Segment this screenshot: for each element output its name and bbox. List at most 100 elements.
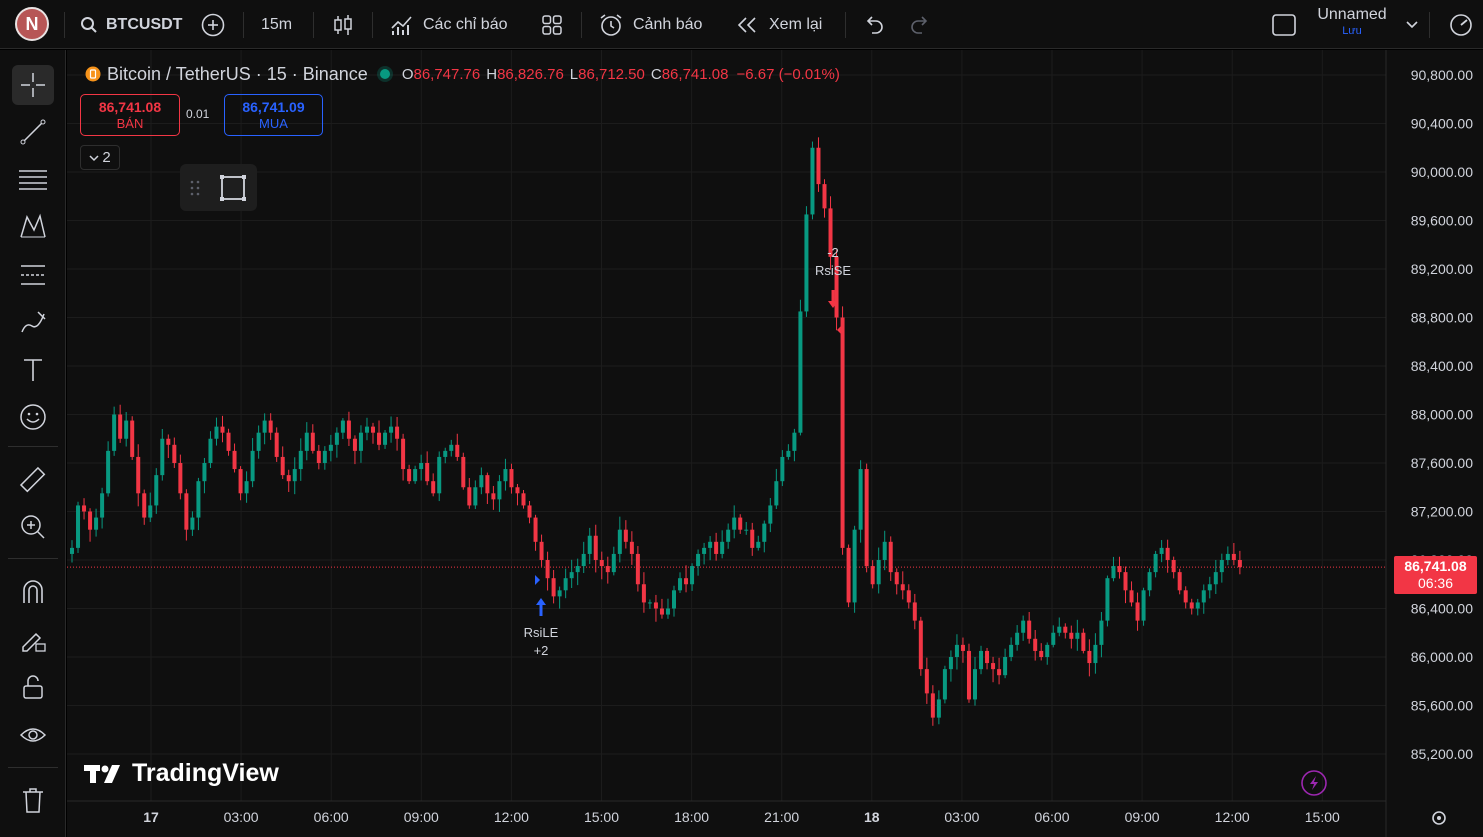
candle-body	[954, 644, 959, 657]
user-avatar[interactable]: N	[15, 7, 49, 41]
lock-drawings-tool[interactable]	[12, 667, 54, 707]
candle-body	[906, 590, 911, 603]
candle-body	[250, 450, 255, 482]
quick-search-button[interactable]	[1448, 0, 1474, 49]
close-value: 86,741.08	[661, 65, 729, 83]
stay-drawing-tool[interactable]	[12, 620, 54, 660]
candle-body	[846, 547, 851, 603]
time-axis[interactable]: 17 03:00 06:00 09:00 12:00 15:00 18:00 21:00 18 0…	[143, 809, 1340, 825]
candle-body	[148, 505, 153, 518]
price-chart[interactable]: 90,800.00 90,400.00 90,000.00 89,600.00 89,2…	[67, 50, 1483, 837]
unlock-icon	[23, 675, 43, 699]
trend-line-tool[interactable]	[12, 112, 54, 152]
time-tick-label: 03:00	[944, 809, 979, 825]
measure-tool[interactable]	[12, 460, 54, 500]
layout-menu-button[interactable]	[1405, 0, 1419, 49]
layout-name-button[interactable]: Unnamed Lưu	[1306, 6, 1398, 37]
smiley-icon	[20, 404, 46, 430]
undo-icon	[866, 15, 883, 34]
candle-body	[894, 572, 899, 585]
prediction-tool[interactable]	[12, 255, 54, 295]
symbol-search-button[interactable]: BTCUSDT	[80, 0, 182, 49]
candle-body	[1129, 590, 1134, 603]
candle-body	[1237, 560, 1242, 568]
replay-button[interactable]: Xem lại	[736, 0, 822, 49]
price-tick-label: 87,600.00	[1411, 455, 1473, 471]
candle-body	[659, 608, 664, 615]
compare-symbol-button[interactable]	[200, 0, 226, 49]
candle-body	[298, 450, 303, 470]
long-entry-arrow	[536, 598, 546, 616]
candle-body	[389, 426, 394, 433]
chart-pane[interactable]: 90,800.00 90,400.00 90,000.00 89,600.00 89,2…	[67, 50, 1483, 837]
drag-handle-icon[interactable]	[190, 179, 200, 197]
time-tick-label: 03:00	[224, 809, 259, 825]
candle-body	[1147, 572, 1152, 591]
long-entry-flag	[535, 575, 540, 585]
candle-body	[539, 541, 544, 560]
fib-tool[interactable]	[12, 160, 54, 200]
emoji-tool[interactable]	[12, 397, 54, 437]
eye-icon	[19, 728, 47, 742]
market-status-dot[interactable]	[379, 69, 390, 79]
search-icon	[81, 16, 97, 33]
candle-body	[1099, 620, 1104, 645]
candle-body	[1021, 620, 1026, 633]
chart-settings-gear-icon[interactable]	[1432, 811, 1446, 825]
hide-drawings-tool[interactable]	[12, 715, 54, 755]
candle-body	[997, 669, 1002, 676]
xabcd-pattern-icon	[20, 213, 46, 238]
price-axis[interactable]: 90,800.00 90,400.00 90,000.00 89,600.00 89,2…	[1411, 67, 1473, 762]
candle-body	[383, 432, 388, 445]
interval-button[interactable]: 15m	[261, 0, 292, 49]
last-price-label: 86,741.08 06:36	[1394, 556, 1477, 594]
magnet-tool[interactable]	[12, 572, 54, 612]
candle-body	[364, 426, 369, 433]
candle-body	[467, 487, 472, 506]
undo-button[interactable]	[862, 0, 886, 49]
chart-type-button[interactable]	[332, 0, 354, 49]
square-icon	[1272, 13, 1296, 36]
tradingview-logo[interactable]: TradingView	[84, 759, 279, 788]
remove-drawings-tool[interactable]	[12, 780, 54, 820]
sell-button[interactable]: 86,741.08 BÁN	[80, 94, 180, 136]
zoom-tool[interactable]	[12, 507, 54, 547]
layout-toggle[interactable]	[1271, 0, 1297, 49]
candle-body	[720, 541, 725, 554]
price-tick-label: 85,600.00	[1411, 698, 1473, 714]
candle-body	[678, 578, 683, 591]
crosshair-tool[interactable]	[12, 65, 54, 105]
candle-body	[262, 420, 267, 433]
trash-icon	[23, 788, 43, 813]
chevron-down-icon	[1406, 20, 1418, 28]
candle-body	[840, 317, 845, 548]
candle-body	[696, 553, 701, 567]
indicators-collapse-button[interactable]: 2	[80, 145, 120, 170]
indicators-button[interactable]: Các chỉ báo	[390, 0, 508, 49]
candle-body	[160, 438, 165, 476]
candle-body	[286, 475, 291, 482]
brush-tool[interactable]	[12, 303, 54, 343]
candle-body	[948, 657, 953, 670]
floating-drawing-toolbar	[180, 164, 257, 211]
candle-body	[918, 620, 923, 670]
pattern-tool[interactable]	[12, 207, 54, 247]
text-tool[interactable]	[12, 350, 54, 390]
candle-body	[136, 456, 141, 494]
candle-body	[100, 493, 105, 518]
templates-button[interactable]	[540, 0, 564, 49]
candle-body	[106, 450, 111, 494]
candle-body	[888, 541, 893, 573]
grid-icon	[542, 14, 562, 35]
candle-body	[714, 541, 719, 554]
chart-legend[interactable]: Bitcoin / TetherUS · 15 · Binance O 86,74…	[85, 62, 840, 86]
candle-body	[864, 469, 869, 567]
candle-body	[437, 456, 442, 494]
candle-body	[178, 463, 183, 494]
alerts-button[interactable]: Cảnh báo	[598, 0, 702, 49]
buy-button[interactable]: 86,741.09 MUA	[224, 94, 323, 136]
select-rectangle-icon[interactable]	[218, 173, 248, 203]
candle-body	[1051, 632, 1056, 645]
redo-button[interactable]	[908, 0, 932, 49]
candle-body	[533, 517, 538, 542]
